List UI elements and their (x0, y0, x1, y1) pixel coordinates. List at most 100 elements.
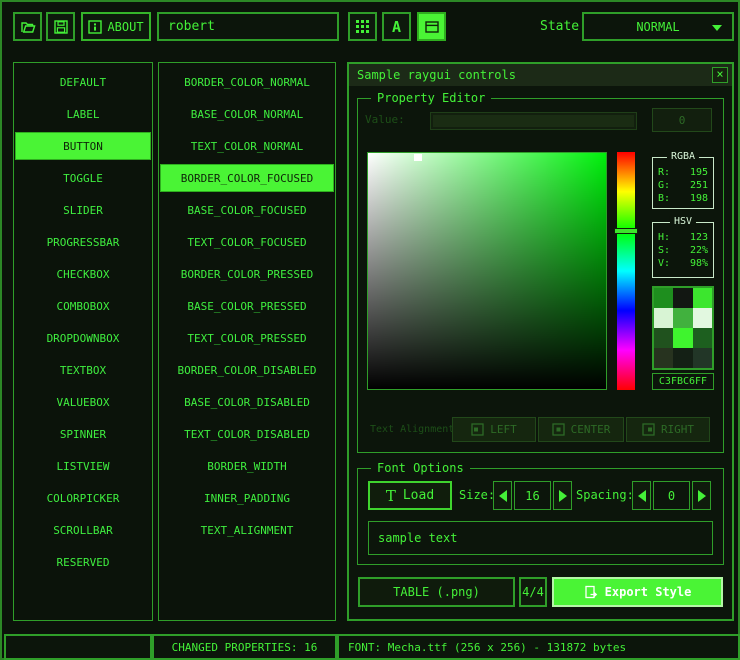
b-label: B: (658, 192, 670, 205)
palette-swatch[interactable] (673, 308, 692, 328)
align-center-button[interactable]: CENTER (538, 417, 624, 442)
save-file-button[interactable] (46, 12, 75, 41)
hue-slider-handle[interactable] (614, 228, 638, 234)
rguistyler-app: ABOUT robert A State: NORMAL DEFAULT LAB… (0, 0, 740, 660)
list-item[interactable]: PROGRESSBAR (15, 228, 151, 256)
palette-swatch[interactable] (673, 348, 692, 368)
list-item[interactable]: BASE_COLOR_NORMAL (160, 100, 334, 128)
info-icon (88, 20, 102, 34)
list-item[interactable]: TEXT_COLOR_FOCUSED (160, 228, 334, 256)
list-item[interactable]: BORDER_COLOR_NORMAL (160, 68, 334, 96)
palette-swatch[interactable] (654, 348, 673, 368)
list-item[interactable]: TOGGLE (15, 164, 151, 192)
font-info-text: FONT: Mecha.ttf (256 x 256) - 131872 byt… (348, 641, 626, 654)
controls-listview: DEFAULT LABEL BUTTON TOGGLE SLIDER PROGR… (13, 62, 153, 621)
format-counter-box[interactable]: 4/4 (519, 577, 547, 607)
font-mode-button[interactable]: A (382, 12, 411, 41)
r-value: 195 (690, 166, 708, 179)
size-decrease-button[interactable] (493, 481, 512, 510)
palette-swatch[interactable] (673, 288, 692, 308)
list-item[interactable]: TEXT_COLOR_DISABLED (160, 420, 334, 448)
palette-swatch[interactable] (654, 288, 673, 308)
list-item[interactable]: SLIDER (15, 196, 151, 224)
value-label: Value: (365, 113, 405, 126)
list-item[interactable]: BORDER_COLOR_DISABLED (160, 356, 334, 384)
list-item[interactable]: INNER_PADDING (160, 484, 334, 512)
list-item[interactable]: TEXT_ALIGNMENT (160, 516, 334, 544)
list-item[interactable]: COMBOBOX (15, 292, 151, 320)
properties-listview: BORDER_COLOR_NORMAL BASE_COLOR_NORMAL TE… (158, 62, 336, 621)
hsv-title: HSV (670, 216, 696, 227)
v-label: V: (658, 257, 670, 270)
list-item[interactable]: DROPDOWNBOX (15, 324, 151, 352)
arrow-left-icon (638, 490, 646, 502)
list-item[interactable]: CHECKBOX (15, 260, 151, 288)
state-value: NORMAL (636, 20, 679, 34)
list-item[interactable]: BORDER_COLOR_PRESSED (160, 260, 334, 288)
size-value-box[interactable]: 16 (514, 481, 551, 510)
open-file-button[interactable] (13, 12, 42, 41)
list-item[interactable]: BORDER_WIDTH (160, 452, 334, 480)
spacing-increase-button[interactable] (692, 481, 711, 510)
list-item[interactable]: TEXT_COLOR_NORMAL (160, 132, 334, 160)
style-name-input[interactable]: robert (157, 12, 339, 41)
window-titlebar[interactable]: Sample raygui controls (349, 64, 732, 86)
size-increase-button[interactable] (553, 481, 572, 510)
list-item[interactable]: BASE_COLOR_PRESSED (160, 292, 334, 320)
list-item[interactable]: TEXTBOX (15, 356, 151, 384)
hex-color-textbox[interactable]: C3FBC6FF (652, 373, 714, 390)
property-editor-group: Property Editor Value: 0 RGBA R: 195 (357, 98, 724, 453)
list-item[interactable]: DEFAULT (15, 68, 151, 96)
state-dropdown[interactable]: NORMAL (582, 12, 734, 41)
align-left-button[interactable]: LEFT (452, 417, 536, 442)
palette-swatch[interactable] (693, 288, 712, 308)
rgba-title: RGBA (667, 151, 699, 162)
palette-swatch[interactable] (693, 328, 712, 348)
spacing-decrease-button[interactable] (632, 481, 651, 510)
load-font-button[interactable]: T Load (368, 481, 452, 510)
list-item[interactable]: RESERVED (15, 548, 151, 576)
color-picker-cursor[interactable] (414, 154, 422, 161)
list-item[interactable]: SCROLLBAR (15, 516, 151, 544)
export-style-button[interactable]: Export Style (552, 577, 723, 607)
export-format-dropdown[interactable]: TABLE (.png) (358, 577, 515, 607)
value-slider[interactable] (430, 112, 637, 130)
about-button[interactable]: ABOUT (81, 12, 151, 41)
palette-swatch[interactable] (693, 308, 712, 328)
list-item[interactable]: TEXT_COLOR_PRESSED (160, 324, 334, 352)
sample-text-textbox[interactable]: sample text (368, 521, 713, 555)
hue-slider[interactable] (617, 152, 635, 390)
list-item[interactable]: LISTVIEW (15, 452, 151, 480)
value-box[interactable]: 0 (652, 108, 712, 132)
g-label: G: (658, 179, 670, 192)
list-item[interactable]: VALUEBOX (15, 388, 151, 416)
hsv-row-h: H: 123 (653, 231, 713, 244)
controls-window-toggle-button[interactable] (417, 12, 446, 41)
list-item[interactable]: COLORPICKER (15, 484, 151, 512)
grid-mode-button[interactable] (348, 12, 377, 41)
hsv-group: HSV H: 123 S: 22% V: 98% (652, 222, 714, 278)
color-saturation-value-panel[interactable] (367, 152, 607, 390)
list-item[interactable]: SPINNER (15, 420, 151, 448)
close-button[interactable]: × (712, 67, 728, 83)
about-label: ABOUT (107, 20, 143, 34)
spacing-value-box[interactable]: 0 (653, 481, 690, 510)
list-item[interactable]: BASE_COLOR_FOCUSED (160, 196, 334, 224)
align-center-text: CENTER (571, 423, 611, 436)
list-item[interactable]: BASE_COLOR_DISABLED (160, 388, 334, 416)
format-counter-value: 4/4 (522, 585, 544, 599)
palette-swatch[interactable] (654, 328, 673, 348)
palette-swatch[interactable] (654, 308, 673, 328)
r-label: R: (658, 166, 670, 179)
hsv-row-v: V: 98% (653, 257, 713, 270)
list-item-selected[interactable]: BUTTON (15, 132, 151, 160)
palette-swatch[interactable] (693, 348, 712, 368)
arrow-left-icon (499, 490, 507, 502)
align-right-icon (642, 423, 655, 436)
palette-swatch[interactable] (673, 328, 692, 348)
align-right-button[interactable]: RIGHT (626, 417, 710, 442)
g-value: 251 (690, 179, 708, 192)
list-item[interactable]: LABEL (15, 100, 151, 128)
list-item-selected[interactable]: BORDER_COLOR_FOCUSED (160, 164, 334, 192)
spacing-value: 0 (668, 489, 675, 503)
